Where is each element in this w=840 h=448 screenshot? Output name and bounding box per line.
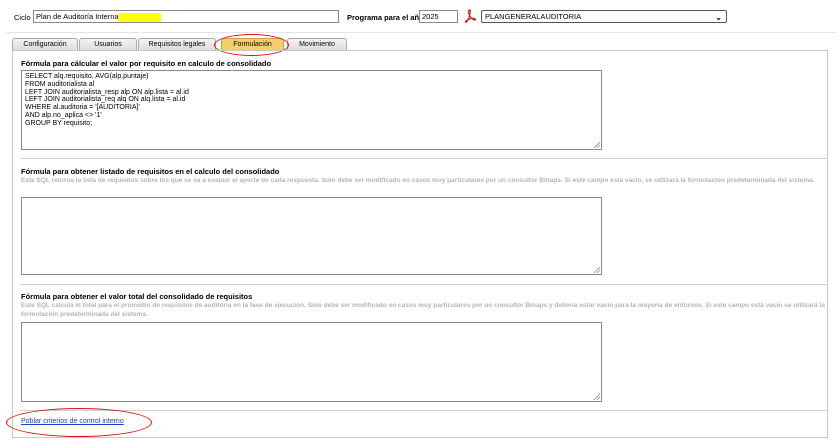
section3-description: Este SQL calcula el total para el promed… bbox=[21, 302, 825, 318]
formula-listado-textarea[interactable] bbox=[21, 197, 602, 275]
ciclo-value: Plan de Auditoría Interna bbox=[36, 12, 119, 21]
tab-formulacion[interactable]: Formulación bbox=[221, 38, 284, 50]
plan-select-value: PLANGENERALAUDITORIA bbox=[485, 12, 582, 21]
formula-valor-textarea[interactable]: SELECT alq.requisito, AVG(alp.puntaje) F… bbox=[21, 70, 602, 150]
tab-usuarios[interactable]: Usuarios bbox=[79, 38, 137, 50]
header-divider bbox=[6, 32, 836, 33]
programa-year-input[interactable]: 2025 bbox=[419, 10, 458, 23]
plan-select[interactable]: PLANGENERALAUDITORIA ⌄ bbox=[481, 10, 727, 23]
ciclo-input[interactable]: Plan de Auditoría Interna bbox=[33, 10, 339, 23]
section3-title: Fórmula para obtener el valor total del … bbox=[21, 292, 253, 301]
poblar-criterios-link[interactable]: Poblar criterios de control interno bbox=[21, 418, 124, 425]
section1-title: Fórmula para cálcular el valor por requi… bbox=[21, 59, 272, 68]
resize-grip-icon[interactable] bbox=[594, 142, 600, 148]
section-divider bbox=[20, 410, 828, 411]
ciclo-label: Ciclo bbox=[14, 13, 31, 22]
tab-requisitos-legales[interactable]: Requisitos legales bbox=[138, 38, 216, 50]
resize-grip-icon[interactable] bbox=[594, 267, 600, 273]
tab-movimiento[interactable]: Movimiento bbox=[287, 38, 347, 50]
redaction-highlight bbox=[118, 12, 161, 22]
tab-configuracion[interactable]: Configuración bbox=[12, 38, 78, 50]
programa-label: Programa para el año bbox=[347, 13, 424, 22]
section2-title: Fórmula para obtener listado de requisit… bbox=[21, 167, 280, 176]
chevron-down-icon: ⌄ bbox=[715, 13, 722, 22]
pdf-icon[interactable] bbox=[464, 9, 477, 24]
section2-description: Este SQL retorna la lista de requisitos … bbox=[21, 177, 815, 184]
section-divider bbox=[20, 158, 828, 159]
formula-total-textarea[interactable] bbox=[21, 322, 602, 402]
section-divider bbox=[20, 284, 828, 285]
resize-grip-icon[interactable] bbox=[594, 394, 600, 400]
